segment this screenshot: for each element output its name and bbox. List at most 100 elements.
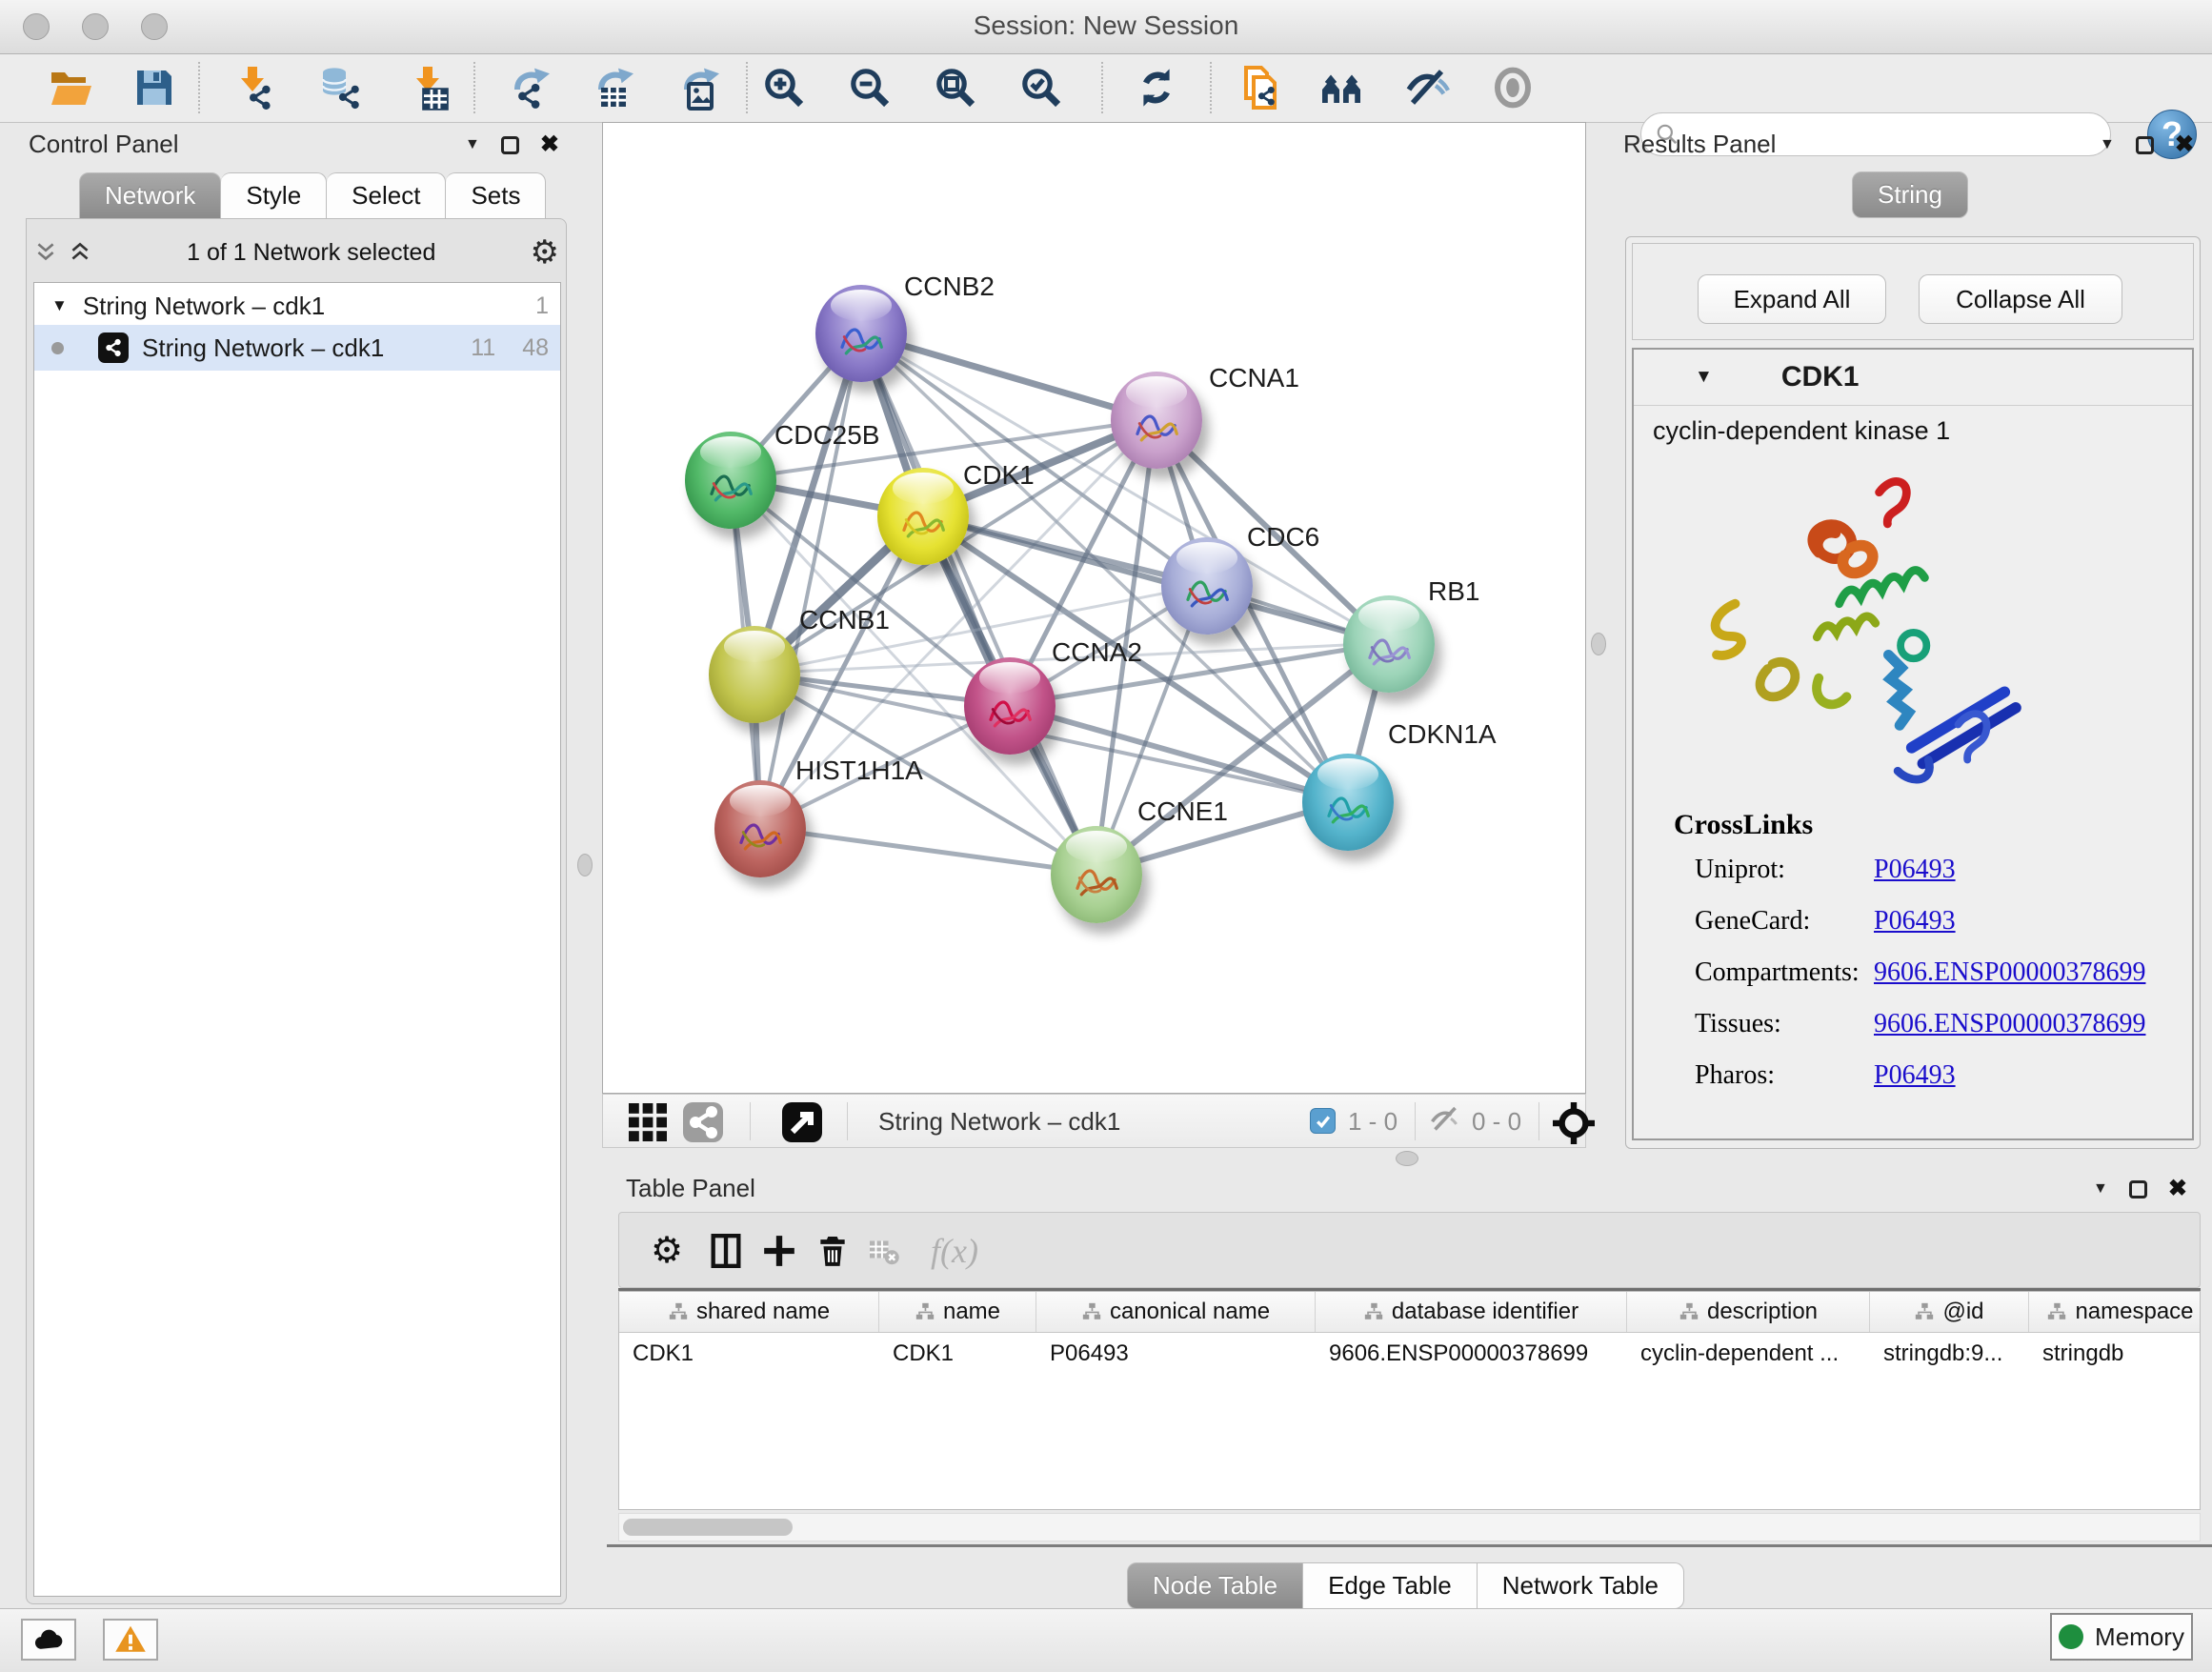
grid-view-icon[interactable] <box>622 1097 674 1148</box>
network-node-CCNB2[interactable] <box>815 285 907 382</box>
first-neighbors-icon[interactable] <box>1317 62 1368 113</box>
table-options-gear-icon[interactable]: ⚙ <box>642 1226 692 1276</box>
network-node-CDKN1A[interactable] <box>1302 754 1394 851</box>
import-network-from-database-icon[interactable] <box>314 62 366 113</box>
tab-network-table[interactable]: Network Table <box>1478 1562 1684 1609</box>
toolbar-separator <box>1210 62 1212 113</box>
toolbar-separator <box>750 1102 751 1140</box>
selected-checkbox[interactable] <box>1310 1108 1336 1134</box>
save-session-icon[interactable] <box>129 62 180 113</box>
export-network-icon[interactable] <box>507 62 558 113</box>
show-columns-icon[interactable] <box>701 1226 751 1276</box>
network-node-CCNA1[interactable] <box>1111 372 1202 469</box>
add-column-icon[interactable] <box>754 1226 804 1276</box>
crosslink-link[interactable]: 9606.ENSP00000378699 <box>1874 957 2145 988</box>
control-panel-title: Control Panel <box>29 130 179 159</box>
tab-sets[interactable]: Sets <box>446 172 546 219</box>
zoom-out-icon[interactable] <box>844 62 895 113</box>
export-table-icon[interactable] <box>591 62 642 113</box>
table-panel-float-icon[interactable] <box>2129 1180 2147 1199</box>
hidden-count: 0 - 0 <box>1472 1107 1521 1137</box>
birds-eye-view-icon[interactable] <box>776 1097 828 1148</box>
results-panel-close-icon[interactable]: ✖ <box>2175 133 2194 156</box>
control-panel-close-icon[interactable]: ✖ <box>540 133 559 156</box>
expand-all-icon[interactable] <box>68 240 92 265</box>
crosslink-link[interactable]: P06493 <box>1874 1060 1956 1091</box>
collapse-all-icon[interactable] <box>33 240 58 265</box>
clone-network-icon[interactable] <box>1235 62 1286 113</box>
node-label-HIST1H1A: HIST1H1A <box>795 755 923 786</box>
column-header-id[interactable]: @id <box>1870 1292 2029 1332</box>
import-table-from-file-icon[interactable] <box>402 62 453 113</box>
network-options-gear-icon[interactable]: ⚙ <box>531 236 559 269</box>
network-node-CCNA2[interactable] <box>964 657 1056 755</box>
results-panel-title: Results Panel <box>1623 130 1776 159</box>
network-node-CDC6[interactable] <box>1161 537 1253 635</box>
column-header-database-identifier[interactable]: database identifier <box>1316 1292 1627 1332</box>
crosslink-link[interactable]: P06493 <box>1874 855 1956 885</box>
tab-select[interactable]: Select <box>327 172 446 219</box>
table-cell: CDK1 <box>619 1333 879 1375</box>
network-canvas[interactable]: CCNB2 CCNA1 CDC25B CDK1 CDC6 RB1CCNB1 CC… <box>602 122 1586 1094</box>
cloud-status-button[interactable] <box>21 1619 76 1661</box>
fit-content-crosshair-icon[interactable] <box>1548 1098 1599 1149</box>
crosslink-link[interactable]: 9606.ENSP00000378699 <box>1874 1009 2145 1039</box>
protein-section-header[interactable]: ▼ CDK1 <box>1634 350 2192 406</box>
table-panel-close-icon[interactable]: ✖ <box>2168 1178 2187 1200</box>
control-panel: Control Panel ▼ ✖ NetworkStyleSelectSets… <box>10 126 567 1604</box>
tab-style[interactable]: Style <box>221 172 327 219</box>
column-header-canonical-name[interactable]: canonical name <box>1036 1292 1316 1332</box>
network-node-HIST1H1A[interactable] <box>714 780 806 877</box>
export-image-icon[interactable] <box>676 62 728 113</box>
tab-node-table[interactable]: Node Table <box>1127 1562 1303 1609</box>
toolbar-separator <box>1415 1102 1416 1140</box>
results-panel-menu-icon[interactable]: ▼ <box>2100 137 2115 152</box>
network-edges <box>603 123 1585 1093</box>
zoom-in-icon[interactable] <box>758 62 810 113</box>
hide-selection-icon[interactable] <box>1401 62 1453 113</box>
table-panel-title: Table Panel <box>626 1174 755 1203</box>
warnings-button[interactable] <box>103 1619 158 1661</box>
control-panel-float-icon[interactable] <box>501 136 519 154</box>
section-collapse-icon[interactable]: ▼ <box>1695 367 1713 388</box>
window-title: Session: New Session <box>0 10 2212 41</box>
results-panel-float-icon[interactable] <box>2136 136 2154 154</box>
crosslink-link[interactable]: P06493 <box>1874 906 1956 937</box>
crosslinks-heading: CrossLinks <box>1674 809 1813 841</box>
scrollbar-thumb[interactable] <box>623 1519 793 1536</box>
table-row[interactable]: CDK1CDK1P064939606.ENSP00000378699cyclin… <box>619 1333 2200 1375</box>
delete-row-trash-icon[interactable] <box>808 1226 857 1276</box>
right-splitter-handle[interactable] <box>1591 633 1606 655</box>
apply-layout-icon[interactable] <box>1131 62 1182 113</box>
tab-string[interactable]: String <box>1852 171 1968 218</box>
table-horizontal-scrollbar[interactable] <box>618 1513 2201 1541</box>
table-panel-menu-icon[interactable]: ▼ <box>2093 1181 2108 1197</box>
open-session-icon[interactable] <box>45 62 96 113</box>
memory-button[interactable]: Memory <box>2050 1613 2193 1661</box>
tab-network[interactable]: Network <box>79 172 221 219</box>
main-toolbar: ? <box>0 54 2212 123</box>
show-all-icon[interactable] <box>1487 62 1538 113</box>
tab-edge-table[interactable]: Edge Table <box>1303 1562 1478 1609</box>
network-node-CCNE1[interactable] <box>1051 826 1142 923</box>
network-node-CCNB1[interactable] <box>709 626 800 723</box>
network-share-view-icon[interactable] <box>677 1097 729 1148</box>
column-header-namespace[interactable]: namespace <box>2029 1292 2201 1332</box>
expand-all-button[interactable]: Expand All <box>1698 274 1886 324</box>
zoom-fit-icon[interactable] <box>930 62 981 113</box>
network-node-CDC25B[interactable] <box>685 432 776 529</box>
column-header-shared-name[interactable]: shared name <box>619 1292 879 1332</box>
network-collection-row[interactable]: ▼ String Network – cdk1 1 <box>34 283 560 325</box>
column-header-description[interactable]: description <box>1627 1292 1870 1332</box>
left-splitter-handle[interactable] <box>577 854 593 876</box>
delete-column-icon-disabled <box>859 1226 909 1276</box>
control-panel-menu-icon[interactable]: ▼ <box>465 137 480 152</box>
network-node-CDK1[interactable] <box>877 468 969 565</box>
network-node-RB1[interactable] <box>1343 595 1435 693</box>
collection-expand-icon[interactable]: ▼ <box>51 296 68 315</box>
network-row[interactable]: String Network – cdk1 11 48 <box>34 325 560 371</box>
zoom-selected-icon[interactable] <box>1016 62 1067 113</box>
collapse-all-button[interactable]: Collapse All <box>1919 274 2122 324</box>
import-network-from-file-icon[interactable] <box>227 62 278 113</box>
column-header-name[interactable]: name <box>879 1292 1036 1332</box>
